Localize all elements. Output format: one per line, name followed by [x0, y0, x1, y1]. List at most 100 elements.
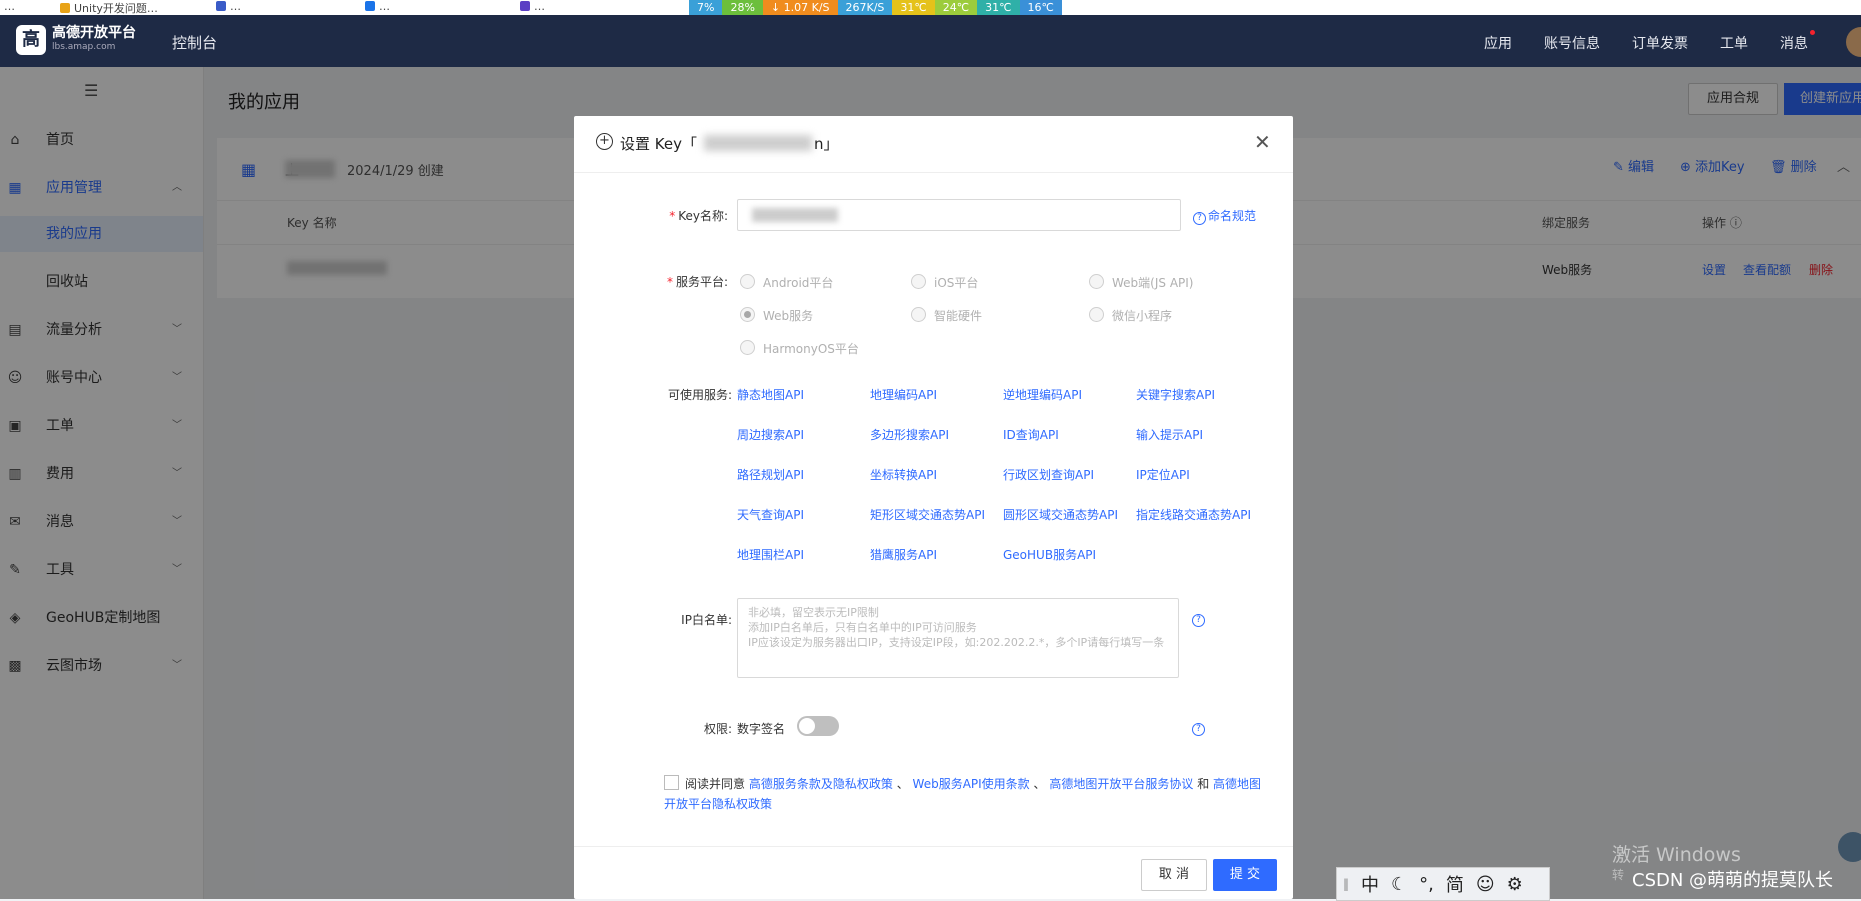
naming-rule-link[interactable]: ? 命名规范: [1193, 207, 1256, 225]
key-name-input[interactable]: [737, 199, 1181, 231]
terms-link[interactable]: 高德服务条款及隐私权政策: [749, 777, 893, 791]
web-api-terms-link[interactable]: Web服务API使用条款: [913, 777, 1030, 791]
radio-icon: [911, 274, 926, 289]
nav-account[interactable]: 账号信息: [1544, 33, 1600, 53]
permission-help-icon[interactable]: ?: [1192, 720, 1207, 736]
temp-stat: 24℃: [934, 0, 978, 15]
digital-signature-toggle[interactable]: [797, 716, 839, 736]
question-icon: ?: [1192, 723, 1205, 736]
cancel-button[interactable]: 取 消: [1141, 859, 1207, 891]
radio-label: 微信小程序: [1112, 309, 1173, 323]
temp-stat: 31℃: [892, 0, 935, 15]
service-item[interactable]: 坐标转换API: [870, 466, 937, 483]
service-item[interactable]: 静态地图API: [737, 386, 804, 403]
radio-android[interactable]: Android平台: [740, 274, 833, 291]
services-label: 可使用服务:: [667, 388, 732, 402]
bookmark-item[interactable]: …: [216, 0, 241, 13]
dialog-title-redacted: [704, 135, 812, 151]
set-key-dialog: + 设置 Key「 n」 ✕ * Key名称: ? 命名规范 * 服务平台: Andr…: [574, 116, 1293, 899]
avatar[interactable]: [1846, 27, 1861, 57]
service-item[interactable]: 行政区划查询API: [1003, 466, 1094, 483]
radio-smart-hardware[interactable]: 智能硬件: [911, 307, 982, 324]
console-link[interactable]: 控制台: [172, 32, 217, 53]
radio-harmonyos[interactable]: HarmonyOS平台: [740, 340, 859, 357]
agreement: 阅读并同意 高德服务条款及隐私权政策 、 Web服务API使用条款 、 高德地图…: [664, 774, 1264, 814]
radio-label: Android平台: [763, 276, 834, 290]
radio-web-js[interactable]: Web端(JS API): [1089, 274, 1193, 291]
service-item[interactable]: 多边形搜索API: [870, 426, 949, 443]
service-item[interactable]: 指定线路交通态势API: [1136, 506, 1251, 523]
radio-label: HarmonyOS平台: [763, 342, 859, 356]
service-item[interactable]: 地理围栏API: [737, 546, 804, 563]
network-monitor: 7% 28% ↓ 1.07 K/S 267K/S 31℃ 24℃ 31℃ 16℃: [689, 0, 1062, 15]
ime-chinese-mode[interactable]: 中: [1361, 871, 1379, 897]
bookmark-item[interactable]: …: [520, 0, 545, 13]
gear-icon[interactable]: ⚙: [1507, 874, 1523, 895]
radio-label: 智能硬件: [934, 309, 983, 323]
service-item[interactable]: 输入提示API: [1136, 426, 1203, 443]
dialog-header: + 设置 Key「 n」 ✕: [574, 116, 1293, 173]
ime-handle[interactable]: ‖: [1343, 877, 1349, 891]
service-item[interactable]: 天气查询API: [737, 506, 804, 523]
platform-label: * 服务平台:: [666, 275, 728, 289]
service-item[interactable]: 圆形区域交通态势API: [1003, 506, 1118, 523]
bookmark-item[interactable]: …: [4, 0, 15, 13]
ip-help-icon[interactable]: ?: [1192, 611, 1207, 627]
radio-label: iOS平台: [934, 276, 979, 290]
nav-apps[interactable]: 应用: [1484, 33, 1512, 53]
ime-toolbar: ‖ 中 ☾ °, 简 ☺ ⚙: [1336, 867, 1550, 901]
csdn-watermark: CSDN @萌萌的提莫队长: [1632, 870, 1834, 891]
emoji-icon[interactable]: ☺: [1476, 874, 1495, 895]
radio-icon: [740, 274, 755, 289]
agree-checkbox[interactable]: [664, 775, 679, 790]
bookmark-icon: [60, 3, 70, 13]
punctuation-icon[interactable]: °,: [1419, 874, 1434, 895]
service-item[interactable]: ID查询API: [1003, 426, 1059, 443]
service-item[interactable]: IP定位API: [1136, 466, 1190, 483]
bookmark-item[interactable]: Unity开发问题…: [60, 0, 158, 15]
radio-icon: [1089, 307, 1104, 322]
service-item[interactable]: 周边搜索API: [737, 426, 804, 443]
floating-assistant-icon[interactable]: [1838, 832, 1861, 862]
service-item[interactable]: 矩形区域交通态势API: [870, 506, 985, 523]
key-name-redacted: [752, 208, 838, 222]
label-text: 服务平台:: [675, 275, 728, 289]
service-item[interactable]: 路径规划API: [737, 466, 804, 483]
question-icon: ?: [1193, 212, 1206, 225]
bookmark-label: …: [4, 0, 15, 13]
radio-icon: [740, 340, 755, 355]
service-item[interactable]: GeoHUB服务API: [1003, 546, 1096, 563]
amap-logo[interactable]: 高 高德开放平台 lbs.amap.com: [16, 25, 136, 55]
close-icon[interactable]: ✕: [1254, 130, 1271, 154]
bookmarks-bar: … Unity开发问题… … … … 7% 28% ↓ 1.07 K/S 267…: [0, 0, 1861, 15]
ip-whitelist-textarea[interactable]: 非必填，留空表示无IP限制 添加IP白名单后，只有白名单中的IP可访问服务 IP…: [737, 598, 1179, 678]
ime-simplified[interactable]: 简: [1446, 871, 1464, 897]
ip-whitelist-label: IP白名单:: [681, 613, 732, 627]
top-navbar: 高 高德开放平台 lbs.amap.com 控制台 应用 账号信息 订单发票 工…: [0, 15, 1861, 67]
settings-circle-icon: +: [596, 133, 613, 150]
service-agreement-link[interactable]: 高德地图开放平台服务协议: [1049, 777, 1193, 791]
windows-activation-subtext: 转: [1612, 868, 1625, 882]
nav-tickets[interactable]: 工单: [1720, 33, 1748, 53]
logo-title: 高德开放平台: [52, 25, 136, 41]
service-item[interactable]: 猎鹰服务API: [870, 546, 937, 563]
logo-icon: 高: [16, 25, 46, 55]
and-text: 和: [1197, 777, 1210, 791]
bookmark-icon: [520, 1, 530, 11]
service-item[interactable]: 逆地理编码API: [1003, 386, 1082, 403]
radio-web-service[interactable]: Web服务: [740, 307, 813, 324]
moon-icon[interactable]: ☾: [1391, 874, 1407, 895]
bookmark-label: Unity开发问题…: [74, 2, 158, 15]
nav-invoices[interactable]: 订单发票: [1632, 33, 1688, 53]
bookmark-item[interactable]: …: [365, 0, 390, 13]
service-item[interactable]: 地理编码API: [870, 386, 937, 403]
submit-button[interactable]: 提 交: [1213, 859, 1277, 891]
radio-wechat-mini[interactable]: 微信小程序: [1089, 307, 1172, 324]
radio-ios[interactable]: iOS平台: [911, 274, 978, 291]
bookmark-label: …: [379, 0, 390, 13]
nav-messages[interactable]: 消息: [1780, 33, 1808, 53]
link-text: 命名规范: [1208, 209, 1257, 223]
mem-stat: 28%: [722, 0, 763, 15]
separator: 、: [896, 777, 909, 791]
service-item[interactable]: 关键字搜索API: [1136, 386, 1215, 403]
